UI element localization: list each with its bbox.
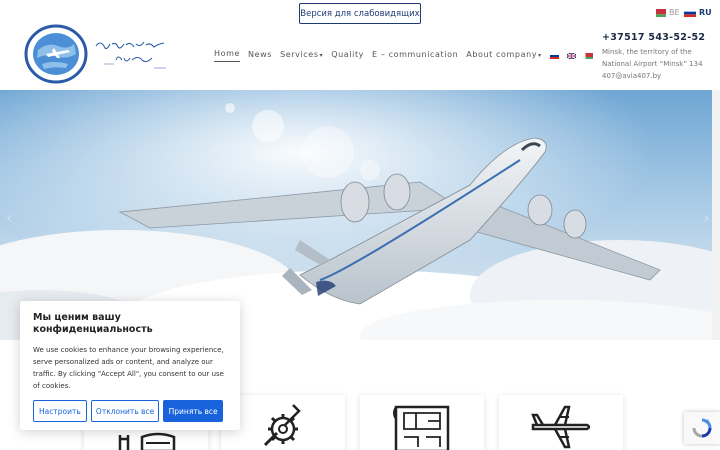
belarus-flag-icon[interactable]: [583, 52, 593, 59]
lang-be-label: BE: [669, 8, 680, 17]
service-card-design[interactable]: [360, 395, 484, 450]
contact-block: +37517 543-52-52 Minsk, the territory of…: [602, 32, 717, 82]
side-strip: [712, 90, 720, 340]
russia-flag-icon[interactable]: [549, 52, 559, 59]
recaptcha-icon: [692, 418, 712, 438]
uk-flag-icon[interactable]: [566, 52, 576, 59]
nav-item-about-company[interactable]: About company▾: [466, 50, 542, 62]
address: Minsk, the territory of the National Air…: [602, 48, 703, 68]
russia-flag-icon: [684, 8, 696, 17]
email[interactable]: 407@avia407.by: [602, 70, 717, 82]
phone-number[interactable]: +37517 543-52-52: [602, 32, 717, 43]
cookie-title: Мы ценим вашу конфиденциальность: [33, 312, 153, 335]
airplane-icon: [531, 405, 591, 449]
cookie-customize-button[interactable]: Настроить: [33, 400, 87, 422]
service-card-aviation[interactable]: [499, 395, 623, 450]
nav-item-news[interactable]: News: [248, 50, 272, 62]
nav-item-services-label: Services: [280, 49, 319, 59]
lang-ru-label: RU: [699, 8, 712, 17]
cookie-buttons: Настроить Отклонить все Принять все: [33, 400, 227, 422]
cookie-reject-button[interactable]: Отклонить все: [90, 400, 160, 422]
low-vision-version-button[interactable]: Версия для слабовидящих: [299, 3, 421, 24]
cookie-consent-dialog: Мы ценим вашу конфиденциальность We use …: [20, 301, 240, 430]
belarus-flag-icon: [654, 8, 666, 17]
slider-next-arrow[interactable]: ›: [703, 208, 709, 227]
chevron-down-icon: ▾: [319, 51, 324, 59]
anniversary-script-logo: [95, 41, 166, 69]
blueprint-icon: [393, 405, 450, 450]
nav-item-quality[interactable]: Quality: [331, 50, 364, 62]
cookie-body-text: We use cookies to enhance your browsing …: [33, 346, 224, 390]
slider-prev-arrow[interactable]: ‹: [6, 208, 12, 227]
company-logo[interactable]: [24, 24, 88, 84]
chevron-down-icon: ▾: [538, 51, 542, 59]
gear-wrench-icon: [263, 404, 301, 447]
main-navigation: Home News Services▾ Quality E – communic…: [214, 49, 601, 62]
nav-item-e-communication[interactable]: E – communication: [372, 50, 458, 62]
nav-item-services[interactable]: Services▾: [280, 50, 323, 62]
recaptcha-badge[interactable]: [684, 412, 720, 444]
nav-item-home[interactable]: Home: [214, 49, 241, 62]
cookie-accept-button[interactable]: Принять все: [163, 400, 223, 422]
nav-item-about-label: About company: [466, 49, 538, 59]
lang-switch-ru[interactable]: RU: [684, 8, 712, 17]
page: Версия для слабовидящих BE RU Home News …: [0, 0, 720, 450]
lang-switch-be[interactable]: BE: [654, 8, 680, 17]
